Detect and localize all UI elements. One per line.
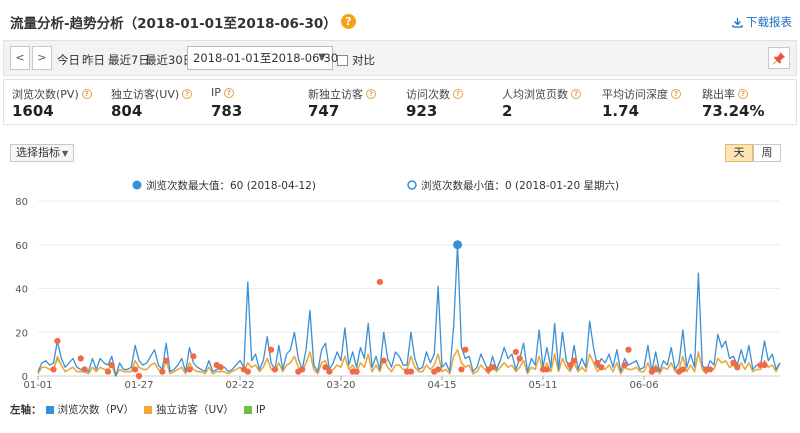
weekend-marker [81,366,88,373]
legend-item-pv[interactable]: 浏览次数（PV） [45,402,135,417]
y-tick-label: 40 [15,285,28,296]
series-line-pv [37,244,781,377]
legend-item-uv[interactable]: 独立访客（UV） [144,402,234,417]
min-legend-marker [407,180,417,190]
weekend-marker [376,278,383,286]
weekend-marker [489,364,496,371]
weekend-marker [326,368,333,375]
legend-label: 独立访客（UV） [156,404,234,416]
weekend-marker [462,346,469,353]
weekend-marker [571,357,578,364]
weekend-marker [512,348,519,356]
weekend-marker [734,364,741,371]
legend-label: 浏览次数（PV） [57,404,135,416]
legend-swatch [144,405,153,414]
y-tick-label: 80 [15,197,28,208]
weekend-marker [244,368,251,375]
axis-side-label: 左轴： [10,404,42,416]
x-tick-label: 01-01 [23,380,52,391]
max-legend-marker [132,180,142,190]
weekend-marker [706,366,714,373]
y-tick-label: 60 [15,241,28,252]
x-axis-ticks: 01-01 01-27 02-22 03-20 04-15 05-11 06-06 [23,376,659,391]
weekend-marker [163,357,170,364]
weekend-marker [271,366,279,373]
chart-legend: 左轴： 浏览次数（PV） 独立访客（UV） IP [10,402,271,417]
weekend-marker [679,366,686,373]
weekend-marker [458,366,465,373]
weekend-marker [77,355,84,362]
weekend-marker [435,366,442,373]
weekend-marker [621,361,628,369]
weekend-marker [186,366,193,373]
weekend-marker [353,368,360,375]
weekend-marker [380,357,387,364]
x-tick-label: 04-15 [427,380,456,391]
weekend-marker [132,366,139,373]
x-tick-label: 01-27 [124,380,153,391]
chart-annotations: 浏览次数最大值：60 (2018-04-12) 浏览次数最小值：0 (2018-… [132,179,619,192]
weekend-marker [267,346,275,353]
weekend-marker [299,366,306,373]
legend-label: IP [255,403,266,416]
weekend-marker [516,355,523,362]
legend-swatch [45,405,54,414]
x-tick-label: 05-11 [528,380,557,391]
weekend-marker [190,353,197,360]
weekend-marker [104,368,112,375]
max-annotation: 浏览次数最大值：60 (2018-04-12) [146,179,316,192]
x-tick-label: 03-20 [326,380,355,391]
weekend-marker [761,361,768,369]
y-tick-label: 20 [15,328,28,339]
weekend-marker [159,368,166,375]
weekend-marker [108,361,115,369]
weekend-marker [543,366,551,373]
x-tick-label: 02-22 [225,380,254,391]
trend-chart: 020406080 01-01 01-27 02-22 03-20 04-15 05-11… [15,179,781,391]
max-point-marker [453,240,463,250]
weekend-marker [652,366,659,373]
weekend-marker [135,372,143,380]
legend-item-ip[interactable]: IP [243,403,266,416]
y-axis-ticks: 020406080 [15,197,28,383]
weekend-marker [598,364,605,371]
weekend-marker [407,368,415,375]
chart-markers [50,240,768,380]
weekend-marker [54,337,61,345]
min-annotation: 浏览次数最小值：0 (2018-01-20 星期六) [421,179,619,192]
legend-swatch [243,405,252,414]
weekend-marker [625,346,632,353]
weekend-marker [217,364,224,371]
weekend-marker [50,366,57,373]
chart-series [37,244,781,377]
x-tick-label: 06-06 [630,380,659,391]
